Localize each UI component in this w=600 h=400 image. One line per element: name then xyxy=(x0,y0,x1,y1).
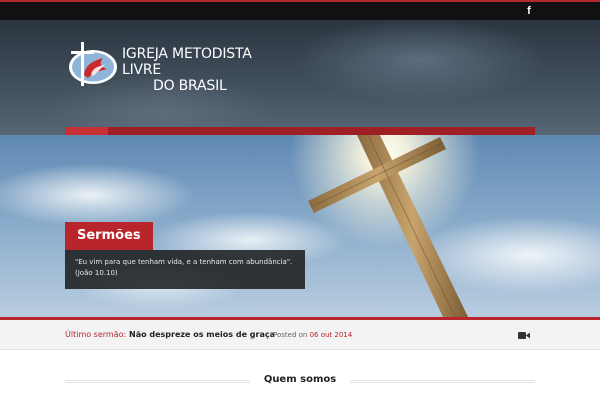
site-logo-text[interactable]: IGREJA METODISTA LIVRE DO BRASIL xyxy=(122,46,292,94)
site-header: IGREJA METODISTA LIVRE DO BRASIL Início … xyxy=(0,20,600,155)
divider xyxy=(65,380,250,383)
posted-date[interactable]: 06 out 2014 xyxy=(310,331,353,339)
separator: - xyxy=(266,330,269,338)
hero-title: Sermões xyxy=(65,222,153,250)
latest-sermon-link[interactable]: Não despreze os meios de graça xyxy=(129,330,275,339)
posted-info: Posted on 06 out 2014 xyxy=(273,331,352,339)
latest-sermon-label: Último sermão: xyxy=(65,330,127,339)
divider xyxy=(350,380,535,383)
facebook-icon[interactable]: f xyxy=(524,5,534,18)
video-camera-icon[interactable] xyxy=(518,331,530,340)
hero-banner: Sermões "Eu vim para que tenham vida, e … xyxy=(0,135,600,317)
hero-quote: "Eu vim para que tenham vida, e a tenham… xyxy=(65,250,305,289)
posted-prefix: Posted on xyxy=(273,331,308,339)
section-title: Quem somos xyxy=(263,374,337,385)
about-section: Quem somos xyxy=(0,350,600,400)
church-logo-icon[interactable] xyxy=(67,41,117,87)
logo-line-1: IGREJA METODISTA LIVRE xyxy=(122,46,252,78)
latest-sermon-bar: Último sermão: Não despreze os meios de … xyxy=(0,317,600,350)
top-bar: f xyxy=(0,0,600,20)
logo-line-2: DO BRASIL xyxy=(153,78,227,94)
